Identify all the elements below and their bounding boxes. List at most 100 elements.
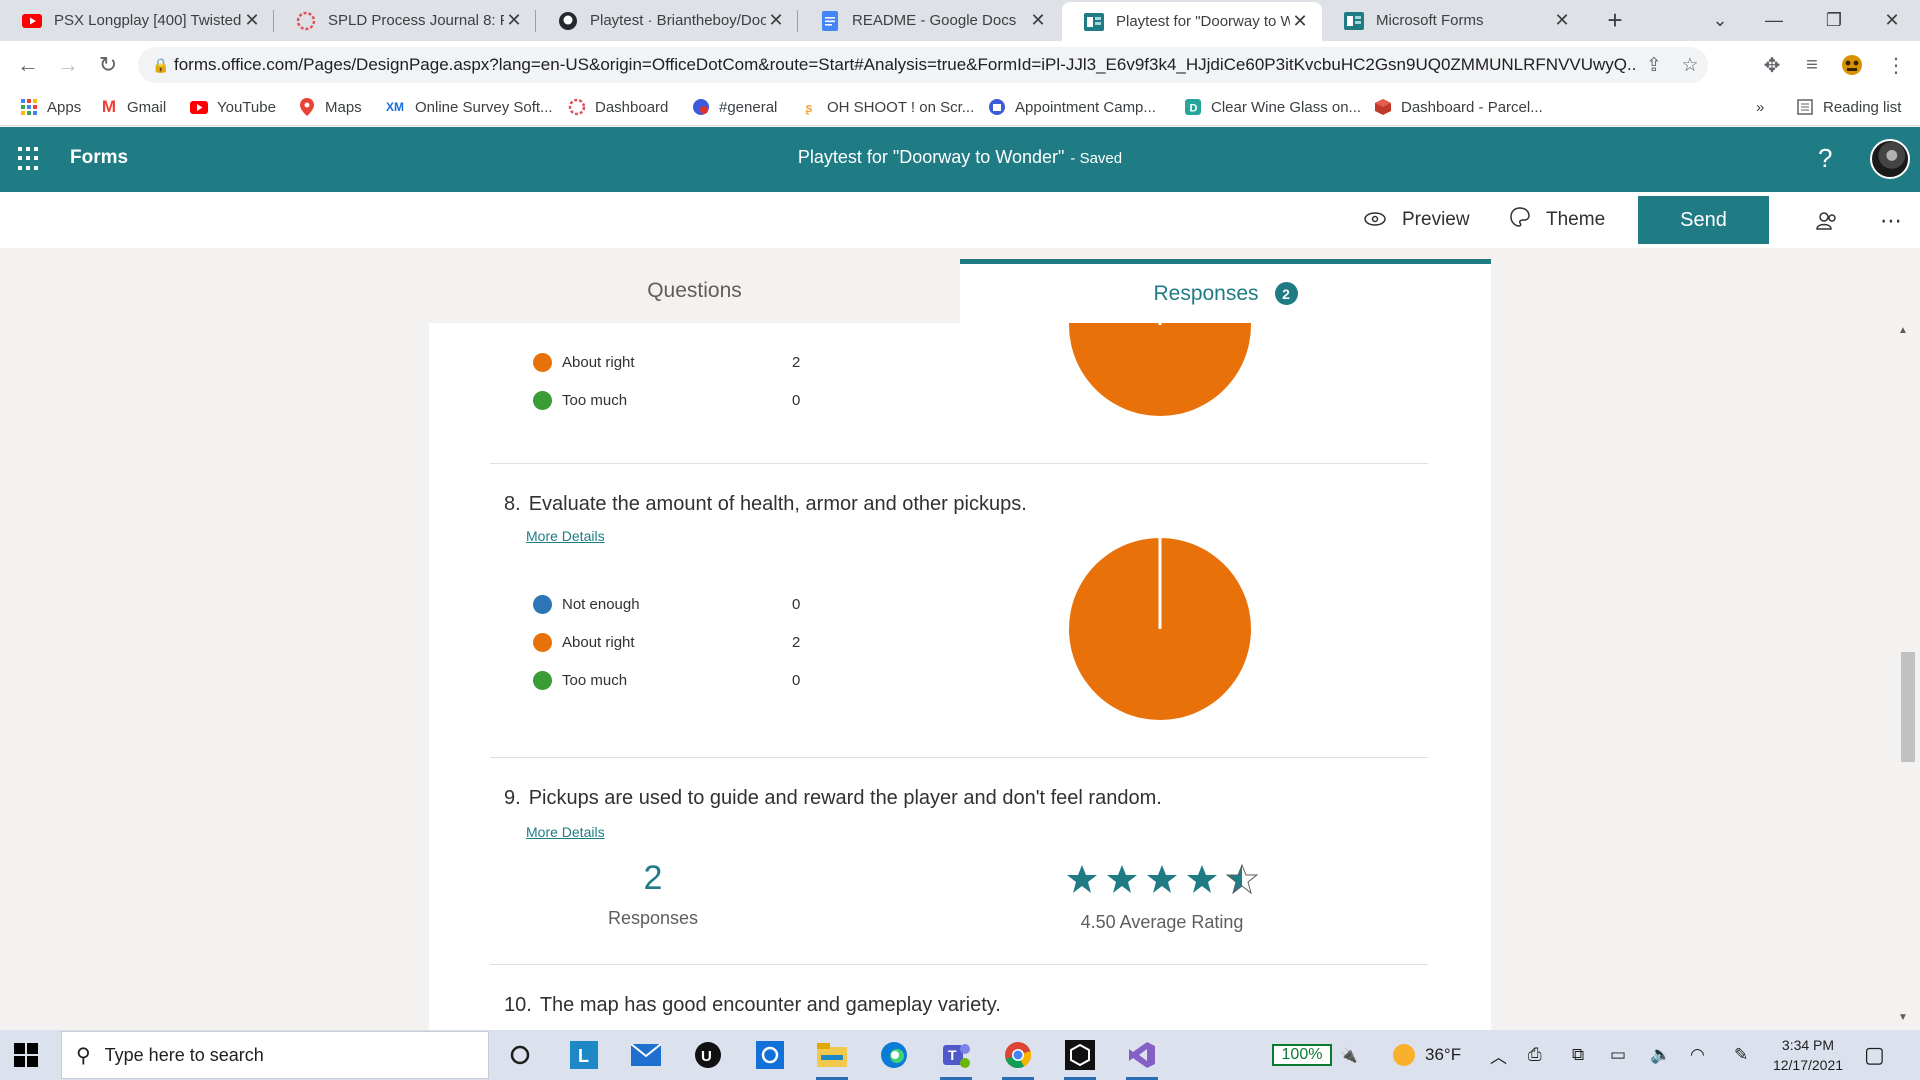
battery-icon[interactable]: ▭: [1610, 1030, 1626, 1080]
browser-tab[interactable]: Playtest · Briantheboy/Door ✕: [536, 0, 798, 41]
wifi-icon[interactable]: ◠: [1690, 1030, 1705, 1080]
close-tab-icon[interactable]: ✕: [242, 10, 262, 31]
show-hidden-icons-chevron-icon[interactable]: ︿: [1490, 1030, 1507, 1080]
browser-menu-icon[interactable]: ⋮: [1880, 49, 1912, 81]
bookmark-online-survey[interactable]: XM Online Survey Soft...: [384, 89, 553, 125]
browser-tab-title: Playtest · Briantheboy/Door: [590, 12, 766, 29]
cortana-icon[interactable]: [498, 1035, 542, 1075]
legend-label: Not enough: [562, 595, 640, 613]
bookmark-scratch[interactable]: ʂ OH SHOOT ! on Scr...: [800, 89, 974, 125]
tab-responses[interactable]: Responses 2: [960, 259, 1491, 323]
app-blue-square-icon[interactable]: [748, 1035, 792, 1075]
form-title-bar: Playtest for "Doorway to Wonder" - Saved: [0, 147, 1920, 168]
browser-tab[interactable]: SPLD Process Journal 8: Pla ✕: [274, 0, 536, 41]
forward-arrow-icon[interactable]: →: [52, 49, 84, 81]
profile-avatar-icon[interactable]: [1836, 49, 1868, 81]
url-text[interactable]: forms.office.com/Pages/DesignPage.aspx?l…: [174, 55, 1636, 75]
plug-icon: 🔌: [1340, 1046, 1358, 1063]
bookmark-wine-glass[interactable]: D Clear Wine Glass on...: [1184, 89, 1361, 125]
tab-questions[interactable]: Questions: [429, 259, 960, 323]
new-tab-button[interactable]: +: [1598, 0, 1632, 41]
tab-responses-label: Responses: [1153, 281, 1259, 305]
bookmark-label: Maps: [325, 98, 362, 116]
scroll-down-arrow-icon[interactable]: ▼: [1898, 1012, 1908, 1023]
media-control-icon[interactable]: ≡: [1796, 49, 1828, 81]
volume-icon[interactable]: 🔈: [1650, 1030, 1671, 1080]
d-icon: D: [1184, 98, 1202, 116]
scroll-up-arrow-icon[interactable]: ▲: [1898, 325, 1908, 336]
bookmark-apps[interactable]: Apps: [20, 89, 81, 125]
theme-button[interactable]: Theme: [1510, 192, 1605, 248]
help-icon[interactable]: ?: [1818, 143, 1832, 174]
close-window-button[interactable]: ✕: [1864, 0, 1920, 41]
file-explorer-icon[interactable]: [810, 1035, 854, 1080]
pie-chart-q8: [1069, 538, 1251, 720]
weather-temperature: 36°F: [1425, 1045, 1462, 1064]
question-10-title: 10. The map has good encounter and gamepl…: [504, 994, 1001, 1017]
youtube-icon: [190, 98, 208, 116]
tab-search-chevron-icon[interactable]: ⌄: [1692, 0, 1748, 41]
meet-now-icon[interactable]: ⎙: [1528, 1030, 1542, 1080]
scrollbar-thumb[interactable]: [1901, 652, 1915, 762]
browser-tab[interactable]: PSX Longplay [400] Twisted ✕: [0, 0, 274, 41]
bookmark-dashboard[interactable]: Dashboard: [568, 89, 668, 125]
close-tab-icon[interactable]: ✕: [1028, 10, 1048, 31]
reading-list-button[interactable]: Reading list: [1796, 89, 1901, 125]
bookmark-maps[interactable]: Maps: [298, 89, 362, 125]
reload-icon[interactable]: ↻: [92, 49, 124, 81]
edge-browser-icon[interactable]: [872, 1035, 916, 1075]
extensions-puzzle-icon[interactable]: ✥: [1756, 49, 1788, 81]
user-avatar[interactable]: [1870, 139, 1910, 179]
bookmark-parcel-dashboard[interactable]: Dashboard - Parcel...: [1374, 89, 1543, 125]
teams-icon[interactable]: T: [934, 1035, 978, 1080]
minimize-window-button[interactable]: —: [1746, 0, 1802, 41]
address-bar[interactable]: 🔒 forms.office.com/Pages/DesignPage.aspx…: [138, 47, 1708, 83]
collaborate-people-icon[interactable]: [1812, 206, 1842, 236]
pen-input-icon[interactable]: ✎: [1734, 1030, 1748, 1080]
preview-button[interactable]: Preview: [1364, 192, 1470, 248]
unity-icon[interactable]: [1058, 1035, 1102, 1080]
restore-window-button[interactable]: ❐: [1806, 0, 1862, 41]
visual-studio-icon[interactable]: [1120, 1035, 1164, 1080]
browser-tab-active[interactable]: Playtest for "Doorway to W ✕: [1062, 2, 1322, 41]
bookmark-label: Dashboard: [595, 98, 669, 116]
notification-center-icon[interactable]: ▢: [1864, 1030, 1885, 1080]
screen-cast-icon[interactable]: ⧉: [1572, 1030, 1584, 1080]
close-tab-icon[interactable]: ✕: [766, 10, 786, 31]
bookmark-youtube[interactable]: YouTube: [190, 89, 276, 125]
mail-icon[interactable]: [624, 1035, 668, 1075]
chrome-icon[interactable]: [996, 1035, 1040, 1080]
browser-tab[interactable]: README - Google Docs ✕: [798, 0, 1060, 41]
l-app-icon[interactable]: L: [562, 1035, 606, 1075]
more-details-link[interactable]: More Details: [526, 528, 605, 544]
bookmark-general[interactable]: #general: [692, 89, 777, 125]
divider: [490, 757, 1428, 758]
legend-count: 2: [792, 353, 801, 371]
bookmark-star-icon[interactable]: ☆: [1672, 54, 1708, 77]
maps-pin-icon: [298, 98, 316, 116]
bookmark-appointment[interactable]: Appointment Camp...: [988, 89, 1156, 125]
slack-icon: [692, 98, 710, 116]
pie-slice[interactable]: [1069, 323, 1251, 416]
taskbar-search[interactable]: ⚲ Type here to search: [61, 1031, 489, 1079]
legend-swatch: [533, 352, 552, 372]
windows-start-icon[interactable]: [14, 1043, 38, 1067]
share-icon[interactable]: ⇪: [1636, 54, 1672, 77]
more-options-icon[interactable]: ⋯: [1876, 206, 1906, 236]
star-rating: [1062, 863, 1262, 895]
browser-tab[interactable]: Microsoft Forms ✕: [1322, 0, 1584, 41]
close-tab-icon[interactable]: ✕: [504, 10, 524, 31]
close-tab-icon[interactable]: ✕: [1290, 11, 1310, 32]
send-button[interactable]: Send: [1638, 196, 1769, 244]
back-arrow-icon[interactable]: ←: [12, 49, 44, 81]
unreal-engine-icon[interactable]: U: [686, 1035, 730, 1075]
bookmarks-overflow-button[interactable]: »: [1756, 89, 1764, 125]
reading-list-icon: [1796, 98, 1814, 116]
close-tab-icon[interactable]: ✕: [1552, 10, 1572, 31]
weather-widget[interactable]: 36°F: [1393, 1030, 1461, 1080]
divider: [490, 463, 1428, 464]
bookmark-gmail[interactable]: M Gmail: [100, 89, 166, 125]
pie-chart-q7: [1069, 323, 1251, 416]
more-details-link[interactable]: More Details: [526, 824, 605, 840]
system-clock[interactable]: 3:34 PM 12/17/2021: [1768, 1035, 1848, 1075]
